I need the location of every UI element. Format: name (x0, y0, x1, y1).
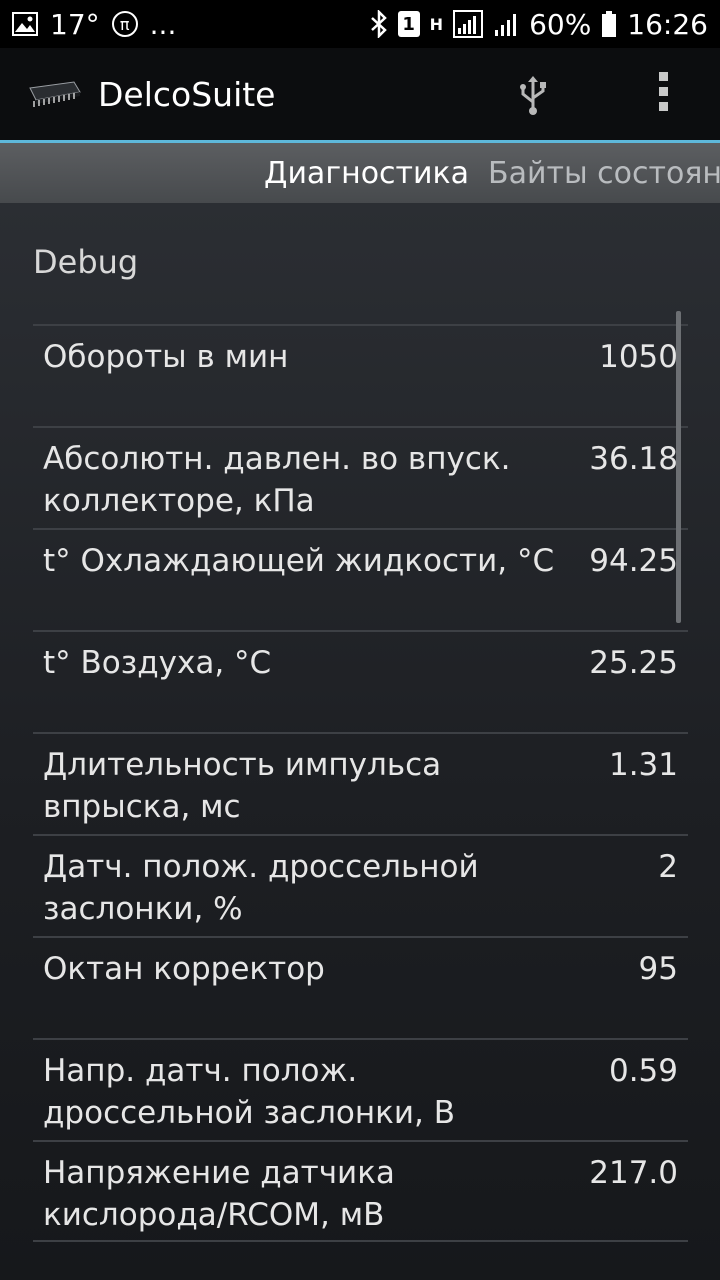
more-notifications: ... (149, 7, 177, 41)
param-label: Длительность импульса впрыска, мс (43, 747, 442, 825)
param-label: Напр. датч. полож. дроссельной заслонки,… (43, 1053, 455, 1131)
overflow-menu-icon[interactable] (652, 72, 674, 116)
table-row[interactable]: Абсолютн. давлен. во впуск. коллекторе, … (33, 426, 688, 528)
param-value: 217.0 (589, 1155, 678, 1191)
param-value: 36.18 (589, 441, 678, 477)
sim-badge: 1 (397, 11, 420, 37)
bluetooth-icon (370, 10, 387, 38)
param-value: 94.25 (589, 543, 678, 579)
table-row[interactable]: Датч. полож. дроссельной заслонки, % 2 (33, 834, 688, 936)
app-title: DelcoSuite (98, 74, 276, 114)
battery-icon (602, 11, 617, 37)
pi-app-icon: π (111, 11, 138, 37)
usb-icon[interactable] (516, 76, 550, 116)
param-label: t° Воздуха, °C (43, 645, 272, 681)
param-label: Напряжение датчика кислорода/RCOM, мВ (43, 1155, 395, 1233)
tab-status-bytes[interactable]: Байты состояни (488, 156, 720, 191)
param-value: 95 (638, 951, 678, 987)
table-row[interactable]: Обороты в мин 1050 (33, 324, 688, 426)
table-row[interactable]: t° Воздуха, °C 25.25 (33, 630, 688, 732)
network-type: H (429, 14, 444, 34)
param-value: 25.25 (589, 645, 678, 681)
table-row[interactable]: Длительность импульса впрыска, мс 1.31 (33, 732, 688, 834)
battery-percent: 60% (529, 7, 592, 41)
param-label: Абсолютн. давлен. во впуск. коллекторе, … (43, 441, 511, 519)
param-label: Обороты в мин (43, 339, 289, 375)
status-bar: 17° π ... 1 H 60% 16:26 (0, 0, 720, 48)
param-value: 1.31 (608, 747, 678, 783)
param-label: t° Охлаждающей жидкости, °C (43, 543, 555, 579)
section-title: Debug (33, 243, 139, 281)
signal-icon (453, 10, 484, 38)
param-label: Датч. полож. дроссельной заслонки, % (43, 849, 479, 927)
param-label: Октан корректор (43, 951, 325, 987)
table-row[interactable]: Октан корректор 95 (33, 936, 688, 1038)
weather-temperature: 17° (50, 7, 100, 41)
content-area: Debug Обороты в мин 1050 Абсолютн. давле… (0, 203, 720, 1280)
signal-2-icon (495, 14, 517, 36)
table-row[interactable]: Напр. датч. полож. дроссельной заслонки,… (33, 1038, 688, 1140)
image-notification-icon (12, 12, 38, 36)
scrollbar[interactable] (676, 311, 681, 623)
table-row[interactable]: t° Охлаждающей жидкости, °C 94.25 (33, 528, 688, 630)
param-value: 0.59 (608, 1053, 678, 1089)
clock: 16:26 (627, 7, 708, 41)
parameter-list: Обороты в мин 1050 Абсолютн. давлен. во … (33, 324, 688, 1242)
app-bar: DelcoSuite (0, 48, 720, 140)
table-row[interactable]: Напряжение датчика кислорода/RCOM, мВ 21… (33, 1140, 688, 1242)
param-value: 2 (658, 849, 678, 885)
tab-diagnostics[interactable]: Диагностика (264, 156, 469, 191)
param-value: 1050 (599, 339, 678, 375)
chip-app-icon (29, 81, 81, 107)
tab-strip: Диагностика Байты состояни (0, 143, 720, 203)
